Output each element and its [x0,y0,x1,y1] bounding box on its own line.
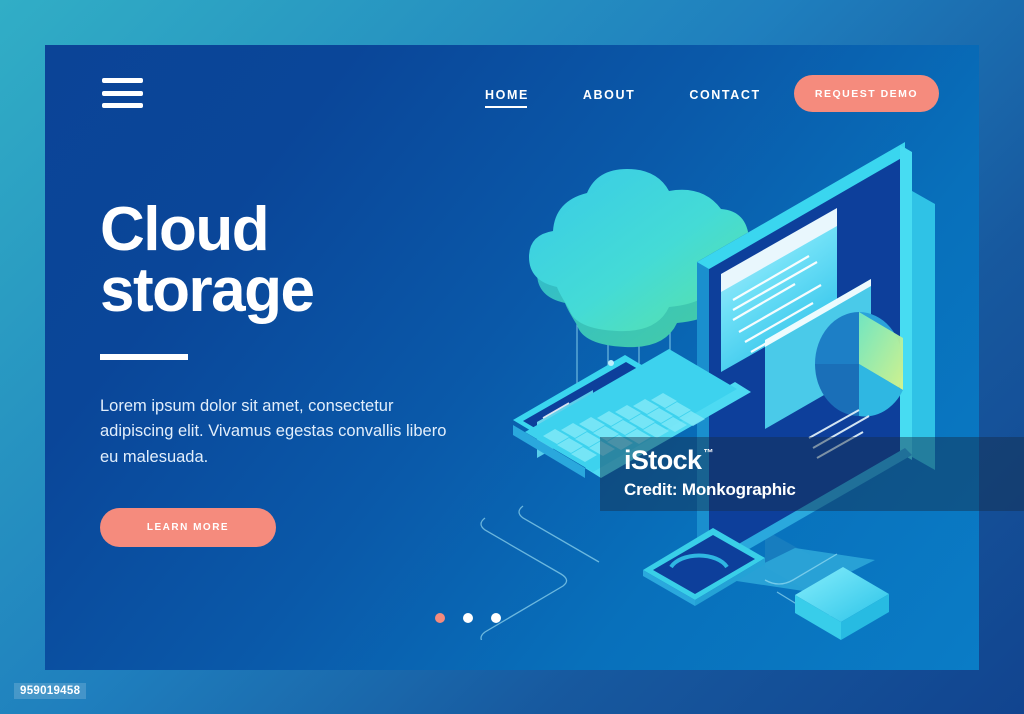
title-divider [100,353,188,360]
image-id-label: 959019458 [14,683,87,699]
carousel-dot-1[interactable] [435,613,445,623]
page-title: Cloud storage [100,199,470,325]
hamburger-bar-3 [102,103,143,108]
page-root: HOME ABOUT CONTACT REQUEST DEMO Cloud st… [0,0,1024,714]
request-demo-button[interactable]: REQUEST DEMO [794,75,939,112]
page-title-line1: Cloud [100,195,270,264]
learn-more-button[interactable]: LEARN MORE [100,508,276,548]
hero-content: Cloud storage Lorem ipsum dolor sit amet… [100,199,470,548]
carousel-dots [435,610,555,626]
hero-panel: HOME ABOUT CONTACT REQUEST DEMO Cloud st… [45,45,979,670]
carousel-dot-2[interactable] [463,613,473,623]
carousel-dot-3[interactable] [491,613,501,623]
nav-item-contact[interactable]: CONTACT [689,88,760,108]
hamburger-menu-icon[interactable] [102,78,143,108]
page-title-line2: storage [100,255,315,325]
monitor-icon [697,142,935,592]
nav-item-about[interactable]: ABOUT [583,88,635,108]
main-navigation: HOME ABOUT CONTACT [485,86,815,110]
pie-chart [815,312,903,417]
hamburger-bar-2 [102,90,143,96]
hamburger-bar-1 [102,78,143,83]
nav-item-home[interactable]: HOME [485,88,529,108]
isometric-cloud-storage-illustration [465,140,979,640]
hero-description: Lorem ipsum dolor sit amet, consectetur … [100,396,447,466]
